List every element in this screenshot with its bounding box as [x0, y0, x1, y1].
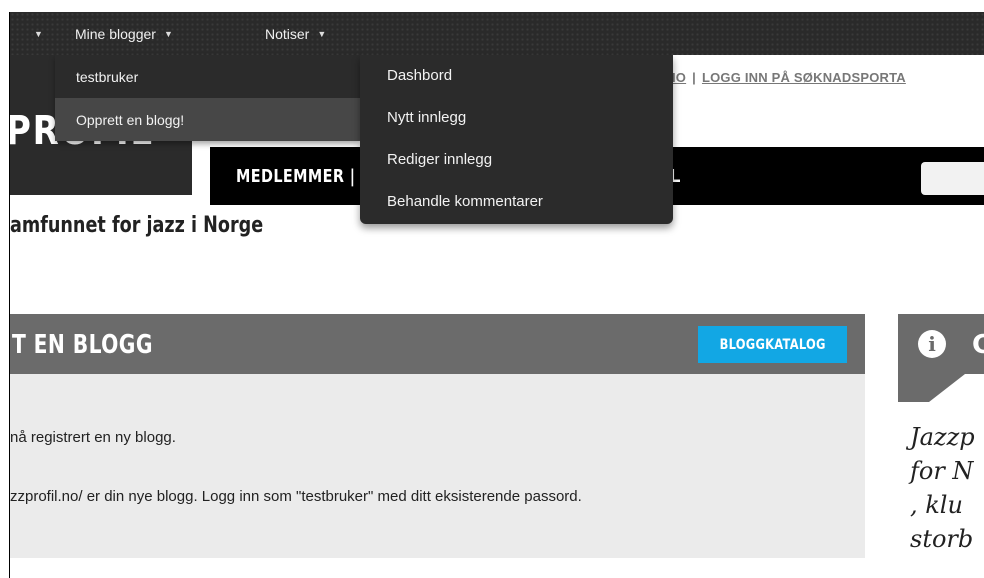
window-top-edge — [0, 0, 984, 12]
site-tagline: amfunnet for jazz i Norge — [10, 213, 264, 238]
notices-label: Notiser — [265, 25, 310, 42]
submenu-item-new-post[interactable]: Nytt innlegg — [387, 109, 466, 126]
quote-line: storb — [910, 525, 974, 553]
success-message: nå registrert en ny blogg. — [10, 429, 176, 446]
notices-menu[interactable]: Notiser ▼ — [265, 12, 326, 55]
sidebar-title: C — [972, 330, 984, 360]
admin-bar-menu-toggle[interactable]: ▼ — [34, 12, 43, 55]
menu-item-label: testbruker — [76, 68, 139, 85]
top-link-io[interactable]: IO — [672, 70, 686, 85]
my-blogs-label: Mine blogger — [75, 25, 156, 42]
admin-bar: ▼ Mine blogger ▼ Notiser ▼ — [10, 12, 984, 55]
submenu-item-manage-comments[interactable]: Behandle kommentarer — [387, 193, 543, 210]
sidebar-tab-point — [929, 374, 965, 402]
quote-line: , klu — [910, 491, 963, 519]
submenu-item-edit-posts[interactable]: Rediger innlegg — [387, 151, 492, 168]
chevron-down-icon: ▼ — [163, 28, 173, 39]
quote-line: for N — [910, 457, 974, 485]
login-portal-link[interactable]: LOGG INN PÅ SØKNADSPORTA — [702, 70, 906, 85]
sidebar-quote: Jazzp for N , klu storb — [910, 420, 975, 556]
quote-line: Jazzp — [910, 423, 975, 451]
info-icon: i — [918, 330, 946, 358]
search-input[interactable] — [921, 162, 984, 195]
top-link-separator: | — [692, 70, 696, 85]
panel-body — [10, 374, 865, 558]
my-blogs-dropdown: testbruker Opprett en blogg! — [55, 55, 360, 141]
blog-submenu: Dashbord Nytt innlegg Rediger innlegg Be… — [360, 55, 673, 224]
menu-item-label: Opprett en blogg! — [76, 111, 185, 128]
menu-item-create-blog[interactable]: Opprett en blogg! — [55, 98, 360, 141]
nav-item-medlemmer[interactable]: MEDLEMMER | — [236, 166, 355, 187]
page-title: T EN BLOGG — [12, 330, 153, 360]
submenu-item-dashboard[interactable]: Dashbord — [387, 67, 452, 84]
blog-info-message: zzprofil.no/ er din nye blogg. Logg inn … — [10, 488, 582, 505]
sidebar-tab — [898, 374, 929, 402]
window-left-edge — [9, 12, 10, 578]
chevron-down-icon: ▼ — [317, 28, 327, 39]
my-blogs-menu[interactable]: Mine blogger ▼ — [75, 12, 173, 55]
blog-catalog-label: BLOGGKATALOG — [719, 336, 826, 353]
top-links: IO | LOGG INN PÅ SØKNADSPORTA — [672, 70, 906, 85]
menu-item-testbruker[interactable]: testbruker — [55, 55, 360, 98]
chevron-down-icon: ▼ — [34, 28, 43, 39]
blog-catalog-button[interactable]: BLOGGKATALOG — [698, 326, 847, 363]
